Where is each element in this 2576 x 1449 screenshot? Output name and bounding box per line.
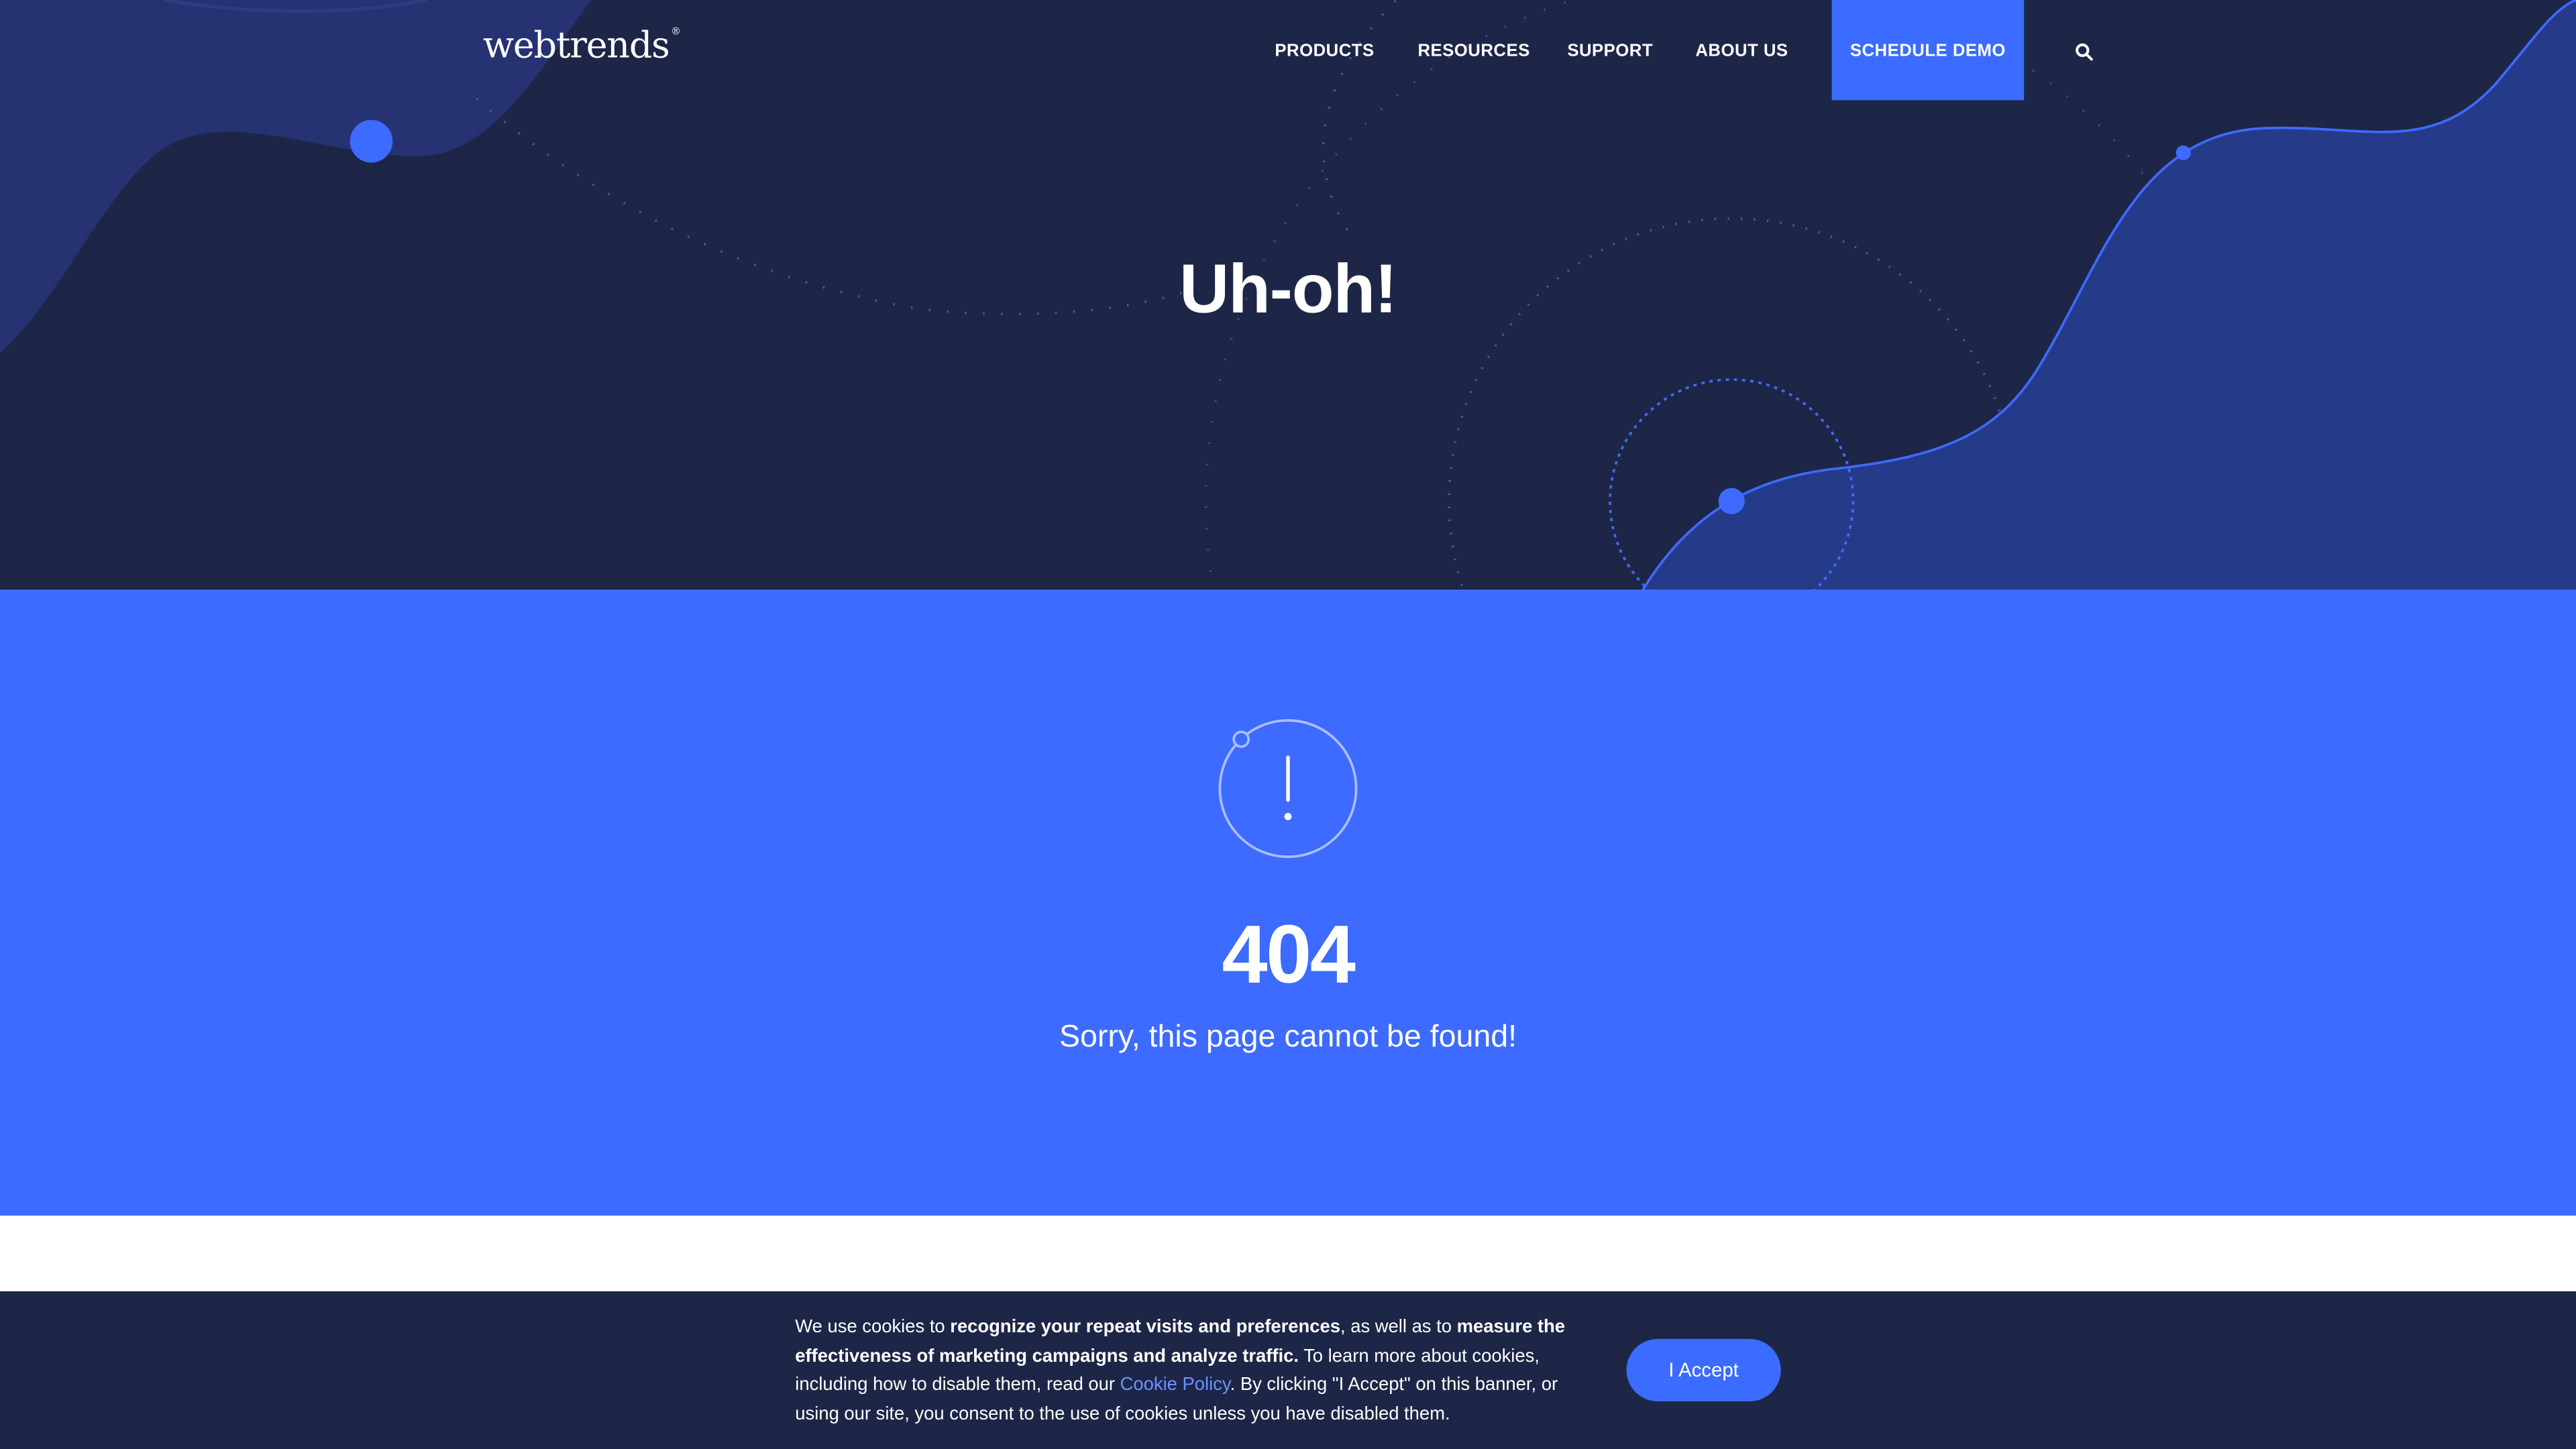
hero-section: webtrends ® PRODUCTS RESOURCES SUPPORT AB… [0, 0, 2576, 590]
nav-products[interactable]: PRODUCTS [1275, 41, 1374, 60]
nav-support[interactable]: SUPPORT [1567, 41, 1653, 60]
cookie-text-1: We use cookies to [795, 1318, 951, 1338]
cookie-policy-link[interactable]: Cookie Policy [1120, 1375, 1230, 1395]
nav-resources[interactable]: RESOURCES [1417, 41, 1529, 60]
search-icon[interactable] [2075, 43, 2093, 61]
schedule-demo-button[interactable]: SCHEDULE DEMO [1831, 0, 2025, 101]
nav-about-us[interactable]: ABOUT US [1695, 41, 1788, 60]
accept-cookies-button[interactable]: I Accept [1626, 1338, 1781, 1401]
cookie-bold-1: recognize your repeat visits and prefere… [950, 1318, 1340, 1338]
error-section: 404 Sorry, this page cannot be found! [0, 590, 2576, 1216]
webtrends-logo[interactable]: webtrends ® [483, 26, 681, 68]
page: webtrends ® PRODUCTS RESOURCES SUPPORT AB… [0, 0, 2576, 1449]
cookie-text-2: , as well as to [1340, 1318, 1457, 1338]
logo-trademark: ® [671, 26, 681, 38]
cookie-notice-text: We use cookies to recognize your repeat … [795, 1314, 1593, 1429]
error-message: Sorry, this page cannot be found! [1059, 1020, 1517, 1055]
content-spacer [0, 1216, 2576, 1291]
page-title: Uh-oh! [1179, 250, 1397, 327]
logo-text: webtrends [483, 26, 670, 68]
error-code: 404 [1222, 908, 1356, 1001]
cookie-banner: We use cookies to recognize your repeat … [0, 1291, 2576, 1449]
exclamation-circle-icon [1218, 719, 1358, 858]
